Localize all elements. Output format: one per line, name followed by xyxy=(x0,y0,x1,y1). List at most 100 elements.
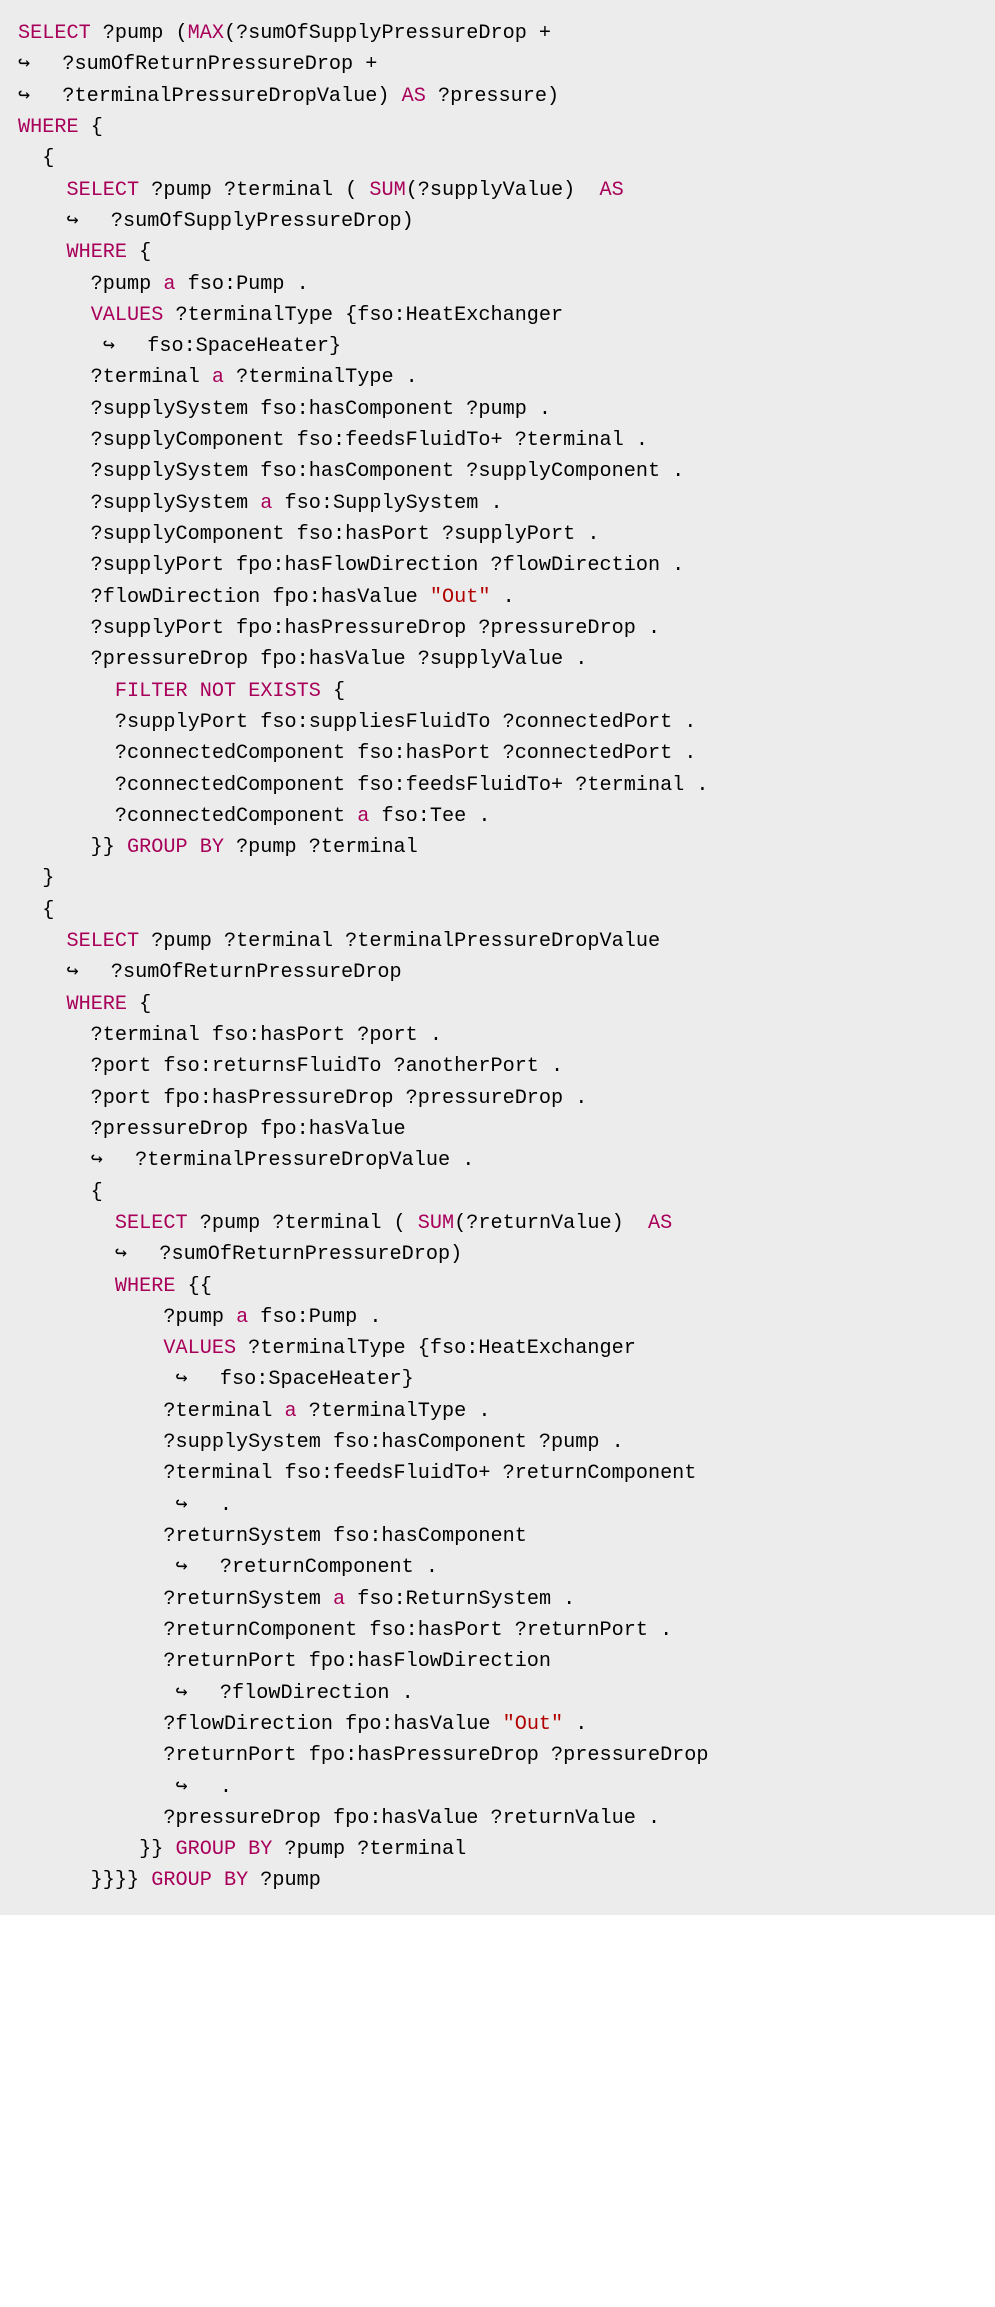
code-token: } xyxy=(18,867,54,890)
keyword-token: a xyxy=(357,805,369,828)
continuation-arrow-icon xyxy=(176,1364,196,1395)
keyword-token: WHERE xyxy=(66,993,127,1016)
code-token xyxy=(18,304,91,327)
code-token: ?pressure) xyxy=(426,85,559,108)
code-token xyxy=(18,1212,115,1235)
code-token: (?sumOfSupplyPressureDrop + xyxy=(224,22,551,45)
code-token: {{ xyxy=(176,1275,212,1298)
code-token: ?supplyComponent fso:feedsFluidTo+ ?term… xyxy=(18,429,648,452)
keyword-token: AS xyxy=(600,179,624,202)
keyword-token: FILTER xyxy=(115,680,188,703)
code-token: }}}} xyxy=(18,1869,151,1892)
code-token: ?terminal xyxy=(18,366,212,389)
code-token: ?supplyPort fso:suppliesFluidTo ?connect… xyxy=(18,711,696,734)
code-token: }} xyxy=(18,1838,176,1861)
code-token: ?sumOfReturnPressureDrop) xyxy=(135,1243,462,1266)
code-token: ?flowDirection . xyxy=(196,1682,414,1705)
code-token: ?pump ?terminal xyxy=(224,836,418,859)
keyword-token: SELECT xyxy=(18,22,91,45)
code-token: ?terminalType . xyxy=(297,1400,491,1423)
code-token: ?pressureDrop fpo:hasValue ?supplyValue … xyxy=(18,648,587,671)
code-token: fso:SpaceHeater} xyxy=(196,1368,414,1391)
continuation-arrow-icon xyxy=(103,331,123,362)
keyword-token: VALUES xyxy=(163,1337,236,1360)
code-token xyxy=(18,210,66,233)
code-token: ?terminalType . xyxy=(224,366,418,389)
code-token: ?returnSystem xyxy=(18,1588,333,1611)
keyword-token: MAX xyxy=(188,22,224,45)
code-token: ?supplyPort fpo:hasPressureDrop ?pressur… xyxy=(18,617,660,640)
code-token: ?returnPort fpo:hasFlowDirection xyxy=(18,1650,551,1673)
code-token xyxy=(18,335,103,358)
code-token: { xyxy=(321,680,345,703)
keyword-token: SELECT xyxy=(115,1212,188,1235)
keyword-token: a xyxy=(212,366,224,389)
keyword-token: GROUP BY xyxy=(151,1869,248,1892)
code-token xyxy=(18,680,115,703)
code-token: ?pressureDrop fpo:hasValue ?returnValue … xyxy=(18,1807,660,1830)
code-token: ?terminalType {fso:HeatExchanger xyxy=(163,304,563,327)
code-token xyxy=(18,930,66,953)
code-token: ?connectedComponent fso:hasPort ?connect… xyxy=(18,742,696,765)
code-token: ?supplyPort fpo:hasFlowDirection ?flowDi… xyxy=(18,554,684,577)
code-token: ?supplySystem fso:hasComponent ?pump . xyxy=(18,398,551,421)
code-token xyxy=(18,1275,115,1298)
code-token xyxy=(18,1337,163,1360)
code-token: { xyxy=(79,116,103,139)
code-token: ?returnSystem fso:hasComponent xyxy=(18,1525,527,1548)
code-token: . xyxy=(563,1713,587,1736)
code-token xyxy=(18,1243,115,1266)
code-token: ?pump xyxy=(18,1306,236,1329)
code-token: ?terminalPressureDropValue . xyxy=(111,1149,474,1172)
sparql-code-listing: SELECT ?pump (MAX(?sumOfSupplyPressureDr… xyxy=(0,0,995,1915)
code-token: ?flowDirection fpo:hasValue xyxy=(18,586,430,609)
code-token: fso:ReturnSystem . xyxy=(345,1588,575,1611)
code-token: . xyxy=(196,1494,232,1517)
code-token: ?supplySystem xyxy=(18,492,260,515)
code-token: . xyxy=(490,586,514,609)
code-token: ?returnPort fpo:hasPressureDrop ?pressur… xyxy=(18,1744,709,1767)
code-token: ?pump ?terminal xyxy=(272,1838,466,1861)
code-token xyxy=(18,993,66,1016)
code-token: ?port fpo:hasPressureDrop ?pressureDrop … xyxy=(18,1087,587,1110)
code-token: ?terminalPressureDropValue) xyxy=(38,85,401,108)
code-token: ?pressureDrop fpo:hasValue xyxy=(18,1118,406,1141)
code-token: ?pump ( xyxy=(91,22,188,45)
continuation-arrow-icon xyxy=(176,1772,196,1803)
code-token xyxy=(18,1682,176,1705)
code-token: ?terminal xyxy=(18,1400,285,1423)
continuation-arrow-icon xyxy=(115,1239,135,1270)
code-token: ?supplySystem fso:hasComponent ?supplyCo… xyxy=(18,460,684,483)
code-token xyxy=(18,241,66,264)
code-token: ?terminal fso:feedsFluidTo+ ?returnCompo… xyxy=(18,1462,696,1485)
code-token: ?pump ?terminal ( xyxy=(188,1212,418,1235)
code-token xyxy=(18,1149,91,1172)
keyword-token: WHERE xyxy=(18,116,79,139)
code-token: ?terminal fso:hasPort ?port . xyxy=(18,1024,442,1047)
code-token: ?port fso:returnsFluidTo ?anotherPort . xyxy=(18,1055,563,1078)
code-token xyxy=(18,1776,176,1799)
keyword-token: a xyxy=(333,1588,345,1611)
code-token: fso:Pump . xyxy=(248,1306,381,1329)
keyword-token: EXISTS xyxy=(248,680,321,703)
continuation-arrow-icon xyxy=(66,957,86,988)
keyword-token: GROUP BY xyxy=(176,1838,273,1861)
code-token xyxy=(18,1368,176,1391)
code-token: fso:Tee . xyxy=(369,805,490,828)
keyword-token: AS xyxy=(648,1212,672,1235)
code-token: . xyxy=(196,1776,232,1799)
code-token: ?pump ?terminal ( xyxy=(139,179,369,202)
code-token: ?supplyComponent fso:hasPort ?supplyPort… xyxy=(18,523,600,546)
code-token: ?sumOfSupplyPressureDrop) xyxy=(87,210,414,233)
string-literal-token: "Out" xyxy=(430,586,491,609)
code-token xyxy=(236,680,248,703)
code-token: }} xyxy=(18,836,127,859)
keyword-token: SUM xyxy=(418,1212,454,1235)
code-token: { xyxy=(127,993,151,1016)
code-token: ?returnComponent fso:hasPort ?returnPort… xyxy=(18,1619,672,1642)
keyword-token: a xyxy=(285,1400,297,1423)
keyword-token: a xyxy=(236,1306,248,1329)
code-token xyxy=(18,179,66,202)
code-token: ?supplySystem fso:hasComponent ?pump . xyxy=(18,1431,624,1454)
code-token: { xyxy=(18,147,54,170)
